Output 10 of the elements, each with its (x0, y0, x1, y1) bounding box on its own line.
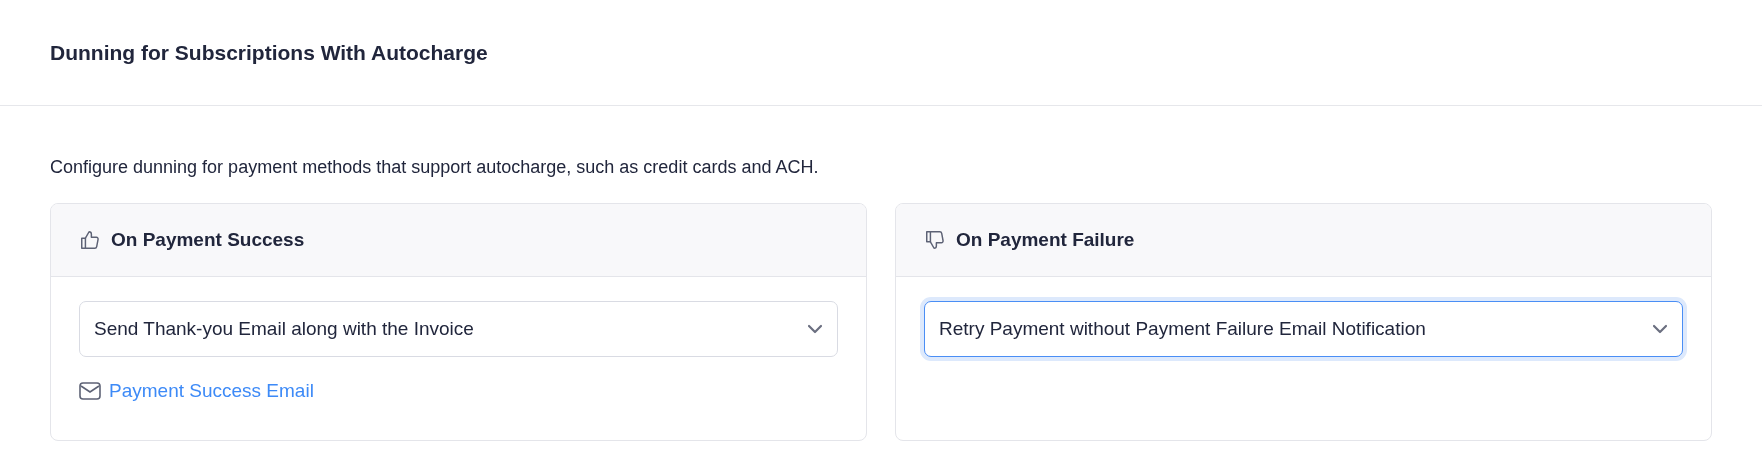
thumbs-down-icon (924, 229, 946, 251)
dropdown-select[interactable]: Send Thank-you Email along with the Invoice (79, 301, 838, 357)
envelope-icon (79, 382, 101, 401)
page-title: Dunning for Subscriptions With Autocharge (50, 39, 488, 66)
chevron-down-icon (1652, 324, 1668, 334)
panel-title: On Payment Failure (956, 227, 1135, 252)
thumbs-up-icon (79, 229, 101, 251)
panel-title: On Payment Success (111, 227, 305, 252)
description: Configure dunning for payment methods that support autocharge, such as credit cards and ACH. (50, 156, 820, 179)
chevron-down-icon (807, 324, 823, 334)
